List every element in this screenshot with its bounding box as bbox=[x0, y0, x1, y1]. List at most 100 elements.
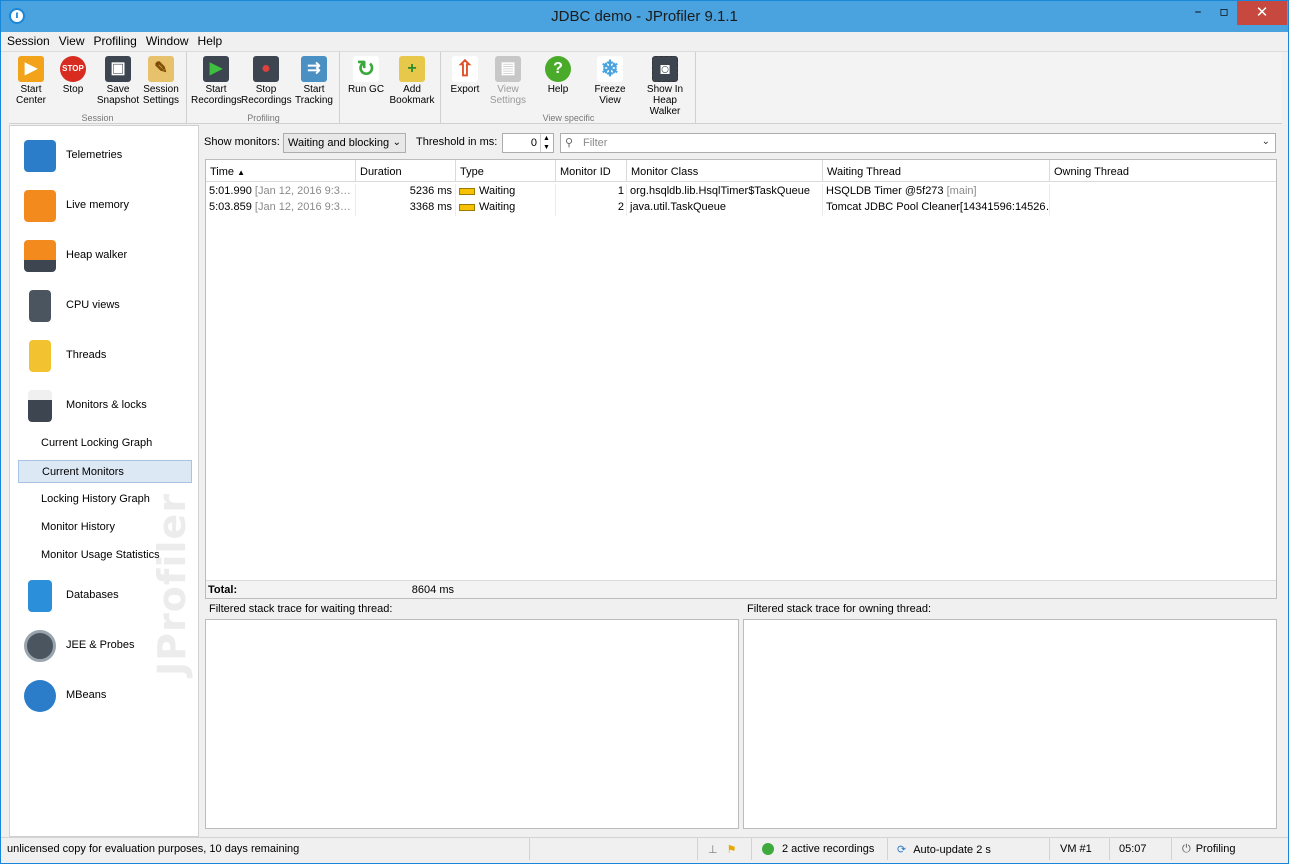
auto-update-status[interactable]: ⟳ Auto-update 2 s bbox=[887, 838, 1049, 860]
main-panel: Show monitors: Waiting and blocking ⌄ Th… bbox=[200, 125, 1282, 837]
save-snapshot-label: Save Snapshot bbox=[96, 84, 140, 106]
sidebar-item-threads[interactable]: Threads bbox=[10, 334, 198, 378]
sidebar-item-monitors-locks[interactable]: Monitors & locks bbox=[10, 384, 198, 428]
help-button[interactable]: ? Help bbox=[533, 54, 583, 110]
table-row[interactable]: 5:01.990 [Jan 12, 2016 9:3… 5236 ms Wait… bbox=[206, 184, 1276, 200]
sidebar-item-telemetries[interactable]: Telemetries bbox=[10, 134, 198, 178]
sidebar-item-label: MBeans bbox=[66, 689, 107, 701]
stop-recordings-button[interactable]: ● Stop Recordings bbox=[241, 54, 292, 110]
sidebar-sub-monitor-history[interactable]: Monitor History bbox=[18, 516, 192, 539]
show-monitors-select[interactable]: Waiting and blocking ⌄ bbox=[283, 133, 406, 153]
column-type[interactable]: Type bbox=[456, 160, 556, 182]
recording-active-icon bbox=[762, 843, 774, 856]
view-settings-button[interactable]: ▤ View Settings bbox=[483, 54, 533, 110]
live-memory-icon bbox=[24, 190, 56, 222]
time-detail: [Jan 12, 2016 9:3… bbox=[254, 185, 351, 197]
threads-icon bbox=[29, 340, 51, 372]
sidebar-item-label: Heap walker bbox=[66, 249, 128, 261]
view-settings-label: View Settings bbox=[489, 84, 527, 106]
type-value: Waiting bbox=[479, 185, 516, 197]
sidebar-item-jee-probes[interactable]: JEE & Probes bbox=[10, 624, 198, 668]
menu-window[interactable]: Window bbox=[143, 32, 192, 48]
sidebar-item-mbeans[interactable]: MBeans bbox=[10, 674, 198, 718]
filter-input[interactable]: ⚲ Filter ⌄ bbox=[560, 133, 1276, 153]
sidebar-item-live-memory[interactable]: Live memory bbox=[10, 184, 198, 228]
cell-monitor-class: org.hsqldb.lib.HsqlTimer$TaskQueue bbox=[627, 184, 823, 200]
spinner-up-icon[interactable]: ▲ bbox=[540, 134, 552, 143]
column-duration[interactable]: Duration bbox=[356, 160, 456, 182]
mbeans-icon bbox=[24, 680, 56, 712]
column-monitor-id[interactable]: Monitor ID bbox=[556, 160, 627, 182]
menu-session[interactable]: Session bbox=[4, 32, 53, 48]
time-value: 5:03.859 bbox=[209, 201, 252, 213]
column-waiting-thread[interactable]: Waiting Thread bbox=[823, 160, 1050, 182]
start-recordings-label: Start Recordings bbox=[191, 84, 242, 106]
mode-label: Profiling bbox=[1195, 843, 1236, 855]
cell-monitor-id: 1 bbox=[556, 184, 627, 200]
column-monitor-class[interactable]: Monitor Class bbox=[627, 160, 823, 182]
stop-button[interactable]: STOP Stop bbox=[48, 54, 98, 110]
toolbar-group-profiling: ▶ Start Recordings ● Stop Recordings ⇉ S… bbox=[188, 52, 340, 124]
chevron-down-icon[interactable]: ⌄ bbox=[1262, 136, 1270, 147]
sidebar-item-databases[interactable]: Databases bbox=[10, 574, 198, 618]
start-recordings-button[interactable]: ▶ Start Recordings bbox=[191, 54, 242, 110]
heap-walker-icon bbox=[24, 240, 56, 272]
start-center-icon: ▶ bbox=[18, 56, 44, 82]
column-time[interactable]: Time ▲ bbox=[206, 160, 356, 182]
total-duration: 8604 ms bbox=[411, 584, 454, 596]
owning-stack-label: Filtered stack trace for owning thread: bbox=[747, 603, 932, 615]
time-value: 5:01.990 bbox=[209, 185, 252, 197]
sidebar-item-label: Monitors & locks bbox=[66, 399, 147, 411]
stop-icon: STOP bbox=[60, 56, 86, 82]
vm-status: VM #1 bbox=[1049, 838, 1109, 860]
title-bar: ı JDBC demo - JProfiler 9.1.1 – ▫ ✕ bbox=[1, 1, 1288, 32]
menu-profiling[interactable]: Profiling bbox=[91, 32, 140, 48]
spinner-down-icon[interactable]: ▼ bbox=[540, 143, 552, 152]
maximize-button[interactable]: ▫ bbox=[1211, 1, 1237, 25]
owning-stack-trace-pane[interactable] bbox=[743, 619, 1277, 829]
monitors-table: Time ▲ Duration Type Monitor ID Monitor … bbox=[205, 159, 1277, 599]
cell-monitor-class: java.util.TaskQueue bbox=[627, 200, 823, 216]
threshold-spinner[interactable]: 0 ▲ ▼ bbox=[502, 133, 554, 153]
toolbar-group-view-specific: ⇧ Export ▤ View Settings ? Help ❄ Freeze… bbox=[442, 52, 696, 124]
add-bookmark-button[interactable]: + Add Bookmark bbox=[387, 54, 437, 110]
sidebar-item-label: Live memory bbox=[66, 199, 129, 211]
run-gc-button[interactable]: ↻ Run GC bbox=[341, 54, 391, 110]
cell-waiting-thread: HSQLDB Timer @5f273 [main] bbox=[823, 184, 1050, 200]
menu-help[interactable]: Help bbox=[195, 32, 226, 48]
toolbar-group-session: ▶ Start Center STOP Stop ▣ Save Snapshot… bbox=[9, 52, 187, 124]
column-owning-thread[interactable]: Owning Thread bbox=[1050, 160, 1276, 182]
sidebar-sub-monitor-usage-statistics[interactable]: Monitor Usage Statistics bbox=[18, 544, 192, 567]
waiting-stack-trace-pane[interactable] bbox=[205, 619, 739, 829]
show-monitors-label: Show monitors: bbox=[204, 136, 280, 148]
waiting-thread-value: HSQLDB Timer @5f273 bbox=[826, 185, 944, 197]
sidebar-item-heap-walker[interactable]: Heap walker bbox=[10, 234, 198, 278]
stop-label: Stop bbox=[62, 84, 84, 95]
recordings-status[interactable]: 2 active recordings bbox=[751, 838, 887, 860]
menu-view[interactable]: View bbox=[56, 32, 88, 48]
menu-bar: Session View Profiling Window Help bbox=[1, 32, 1288, 52]
start-tracking-button[interactable]: ⇉ Start Tracking bbox=[289, 54, 339, 110]
flag-icon[interactable]: ⚑ bbox=[727, 844, 737, 856]
freeze-view-label: Freeze View bbox=[594, 84, 626, 106]
total-label: Total: bbox=[208, 584, 238, 596]
total-row: Total: 8604 ms bbox=[206, 580, 1276, 598]
sidebar-item-label: JEE & Probes bbox=[66, 639, 135, 651]
show-in-heap-walker-button[interactable]: ◙ Show In Heap Walker bbox=[637, 54, 693, 117]
session-settings-button[interactable]: ✎ Session Settings bbox=[136, 54, 186, 110]
sidebar-item-label: Telemetries bbox=[66, 149, 123, 161]
status-spacer bbox=[529, 838, 697, 860]
sidebar-sub-locking-history-graph[interactable]: Locking History Graph bbox=[18, 488, 192, 511]
pin-icon[interactable]: ⊥ bbox=[708, 844, 718, 856]
sidebar-sub-current-locking-graph[interactable]: Current Locking Graph bbox=[18, 432, 192, 455]
freeze-view-button[interactable]: ❄ Freeze View bbox=[585, 54, 635, 110]
sidebar-item-cpu-views[interactable]: CPU views bbox=[10, 284, 198, 328]
table-row[interactable]: 5:03.859 [Jan 12, 2016 9:3… 3368 ms Wait… bbox=[206, 200, 1276, 216]
bookmark-status: ⊥ ⚑ bbox=[697, 838, 751, 860]
minimize-button[interactable]: – bbox=[1185, 1, 1211, 25]
sidebar-sub-current-monitors[interactable]: Current Monitors bbox=[18, 460, 192, 483]
close-button[interactable]: ✕ bbox=[1237, 1, 1287, 25]
databases-icon bbox=[28, 580, 52, 612]
show-in-heap-walker-icon: ◙ bbox=[652, 56, 678, 82]
window-title: JDBC demo - JProfiler 9.1.1 bbox=[551, 8, 738, 25]
